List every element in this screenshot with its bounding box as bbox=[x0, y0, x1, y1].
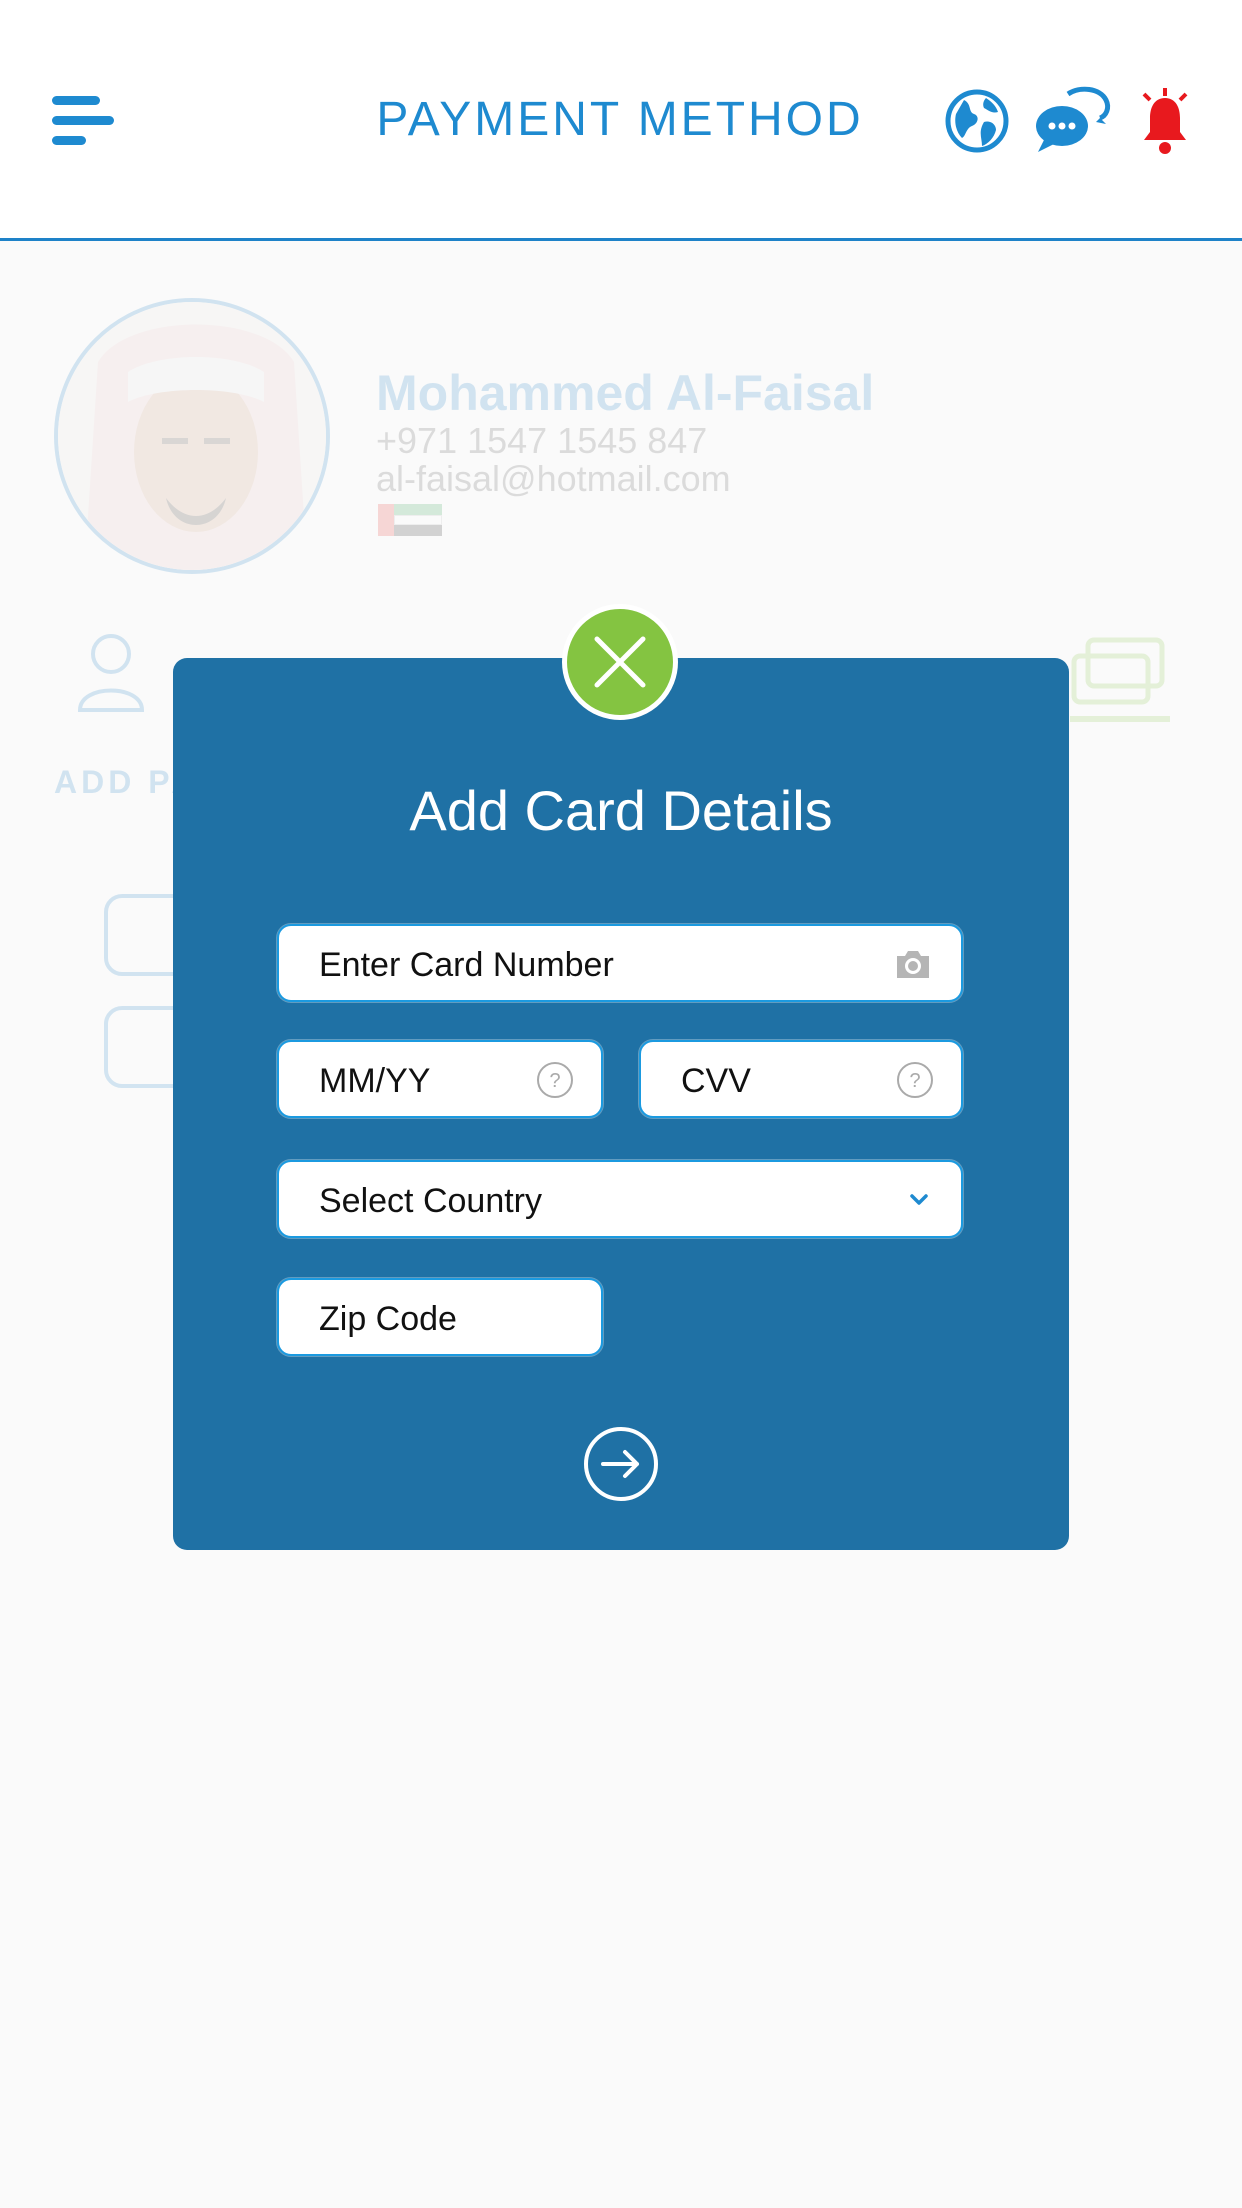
close-icon bbox=[594, 636, 646, 688]
bell-icon[interactable] bbox=[1136, 86, 1194, 156]
country-select[interactable]: Select Country bbox=[277, 1160, 963, 1238]
app-header: PAYMENT METHOD bbox=[0, 0, 1242, 241]
svg-text:?: ? bbox=[909, 1070, 920, 1092]
menu-icon[interactable] bbox=[52, 96, 116, 145]
help-icon[interactable]: ? bbox=[895, 1060, 935, 1100]
uae-flag-icon bbox=[378, 504, 442, 536]
help-icon[interactable]: ? bbox=[535, 1060, 575, 1100]
cvv-input[interactable]: CVV ? bbox=[639, 1040, 963, 1118]
card-number-placeholder: Enter Card Number bbox=[319, 946, 614, 984]
cvv-placeholder: CVV bbox=[681, 1062, 751, 1100]
expiry-input[interactable]: MM/YY ? bbox=[277, 1040, 603, 1118]
globe-icon[interactable] bbox=[942, 86, 1012, 156]
camera-icon[interactable] bbox=[893, 944, 933, 984]
chat-icon[interactable] bbox=[1034, 86, 1112, 156]
profile-name: Mohammed Al-Faisal bbox=[376, 365, 875, 421]
add-person-icon bbox=[77, 634, 145, 712]
payment-card-step-icon bbox=[1070, 637, 1170, 722]
profile-phone: +971 1547 1545 847 bbox=[376, 420, 708, 461]
avatar bbox=[54, 298, 330, 574]
close-button[interactable] bbox=[562, 604, 678, 720]
submit-arrow-button[interactable] bbox=[583, 1426, 659, 1502]
zip-code-input[interactable]: Zip Code bbox=[277, 1278, 603, 1356]
svg-text:?: ? bbox=[549, 1070, 560, 1092]
add-card-modal: Add Card Details Enter Card Number MM/YY… bbox=[173, 658, 1069, 1550]
country-placeholder: Select Country bbox=[319, 1182, 542, 1220]
expiry-placeholder: MM/YY bbox=[319, 1062, 431, 1100]
chevron-down-icon bbox=[910, 1194, 928, 1205]
card-number-input[interactable]: Enter Card Number bbox=[277, 924, 963, 1002]
modal-title: Add Card Details bbox=[409, 779, 833, 842]
zip-placeholder: Zip Code bbox=[319, 1300, 457, 1338]
page-title: PAYMENT METHOD bbox=[376, 93, 864, 146]
profile-email: al-faisal@hotmail.com bbox=[376, 458, 731, 499]
